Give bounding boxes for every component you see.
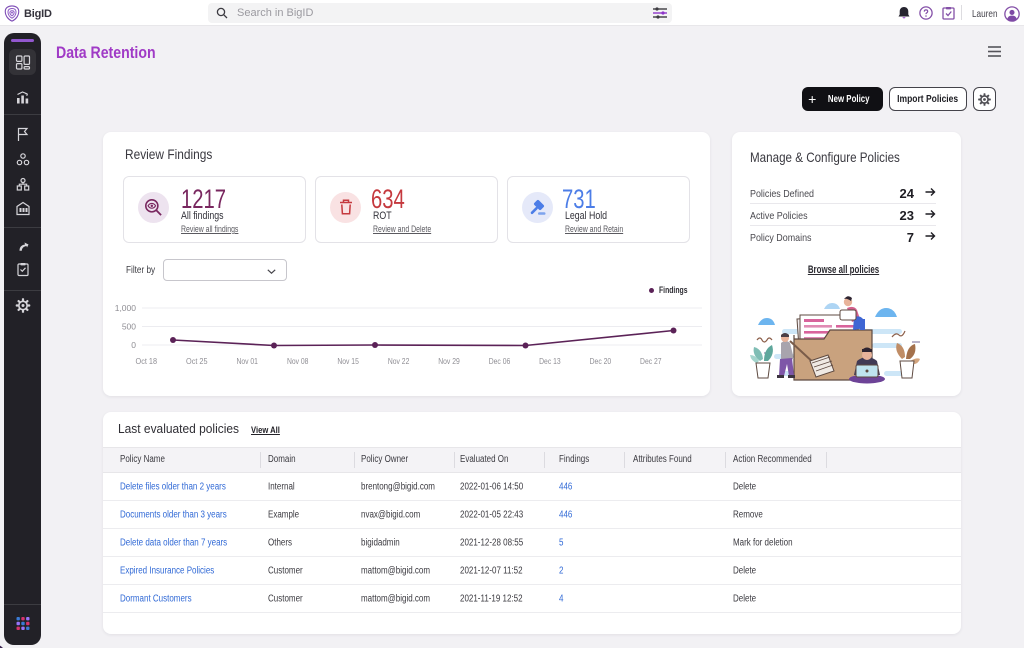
svg-text:Nov 01: Nov 01 [236,356,258,366]
svg-text:Nov 22: Nov 22 [388,356,410,366]
svg-text:Dec 20: Dec 20 [590,356,612,366]
svg-text:Nov 08: Nov 08 [287,356,309,366]
svg-text:Oct 25: Oct 25 [186,356,208,366]
svg-text:500: 500 [122,322,136,332]
svg-text:Dec 27: Dec 27 [640,356,662,366]
svg-text:0: 0 [131,340,136,350]
svg-text:1,000: 1,000 [115,303,137,313]
svg-text:Oct 18: Oct 18 [136,356,158,366]
svg-text:Dec 13: Dec 13 [539,356,561,366]
svg-text:Dec 06: Dec 06 [489,356,511,366]
svg-text:Nov 15: Nov 15 [337,356,359,366]
svg-text:Nov 29: Nov 29 [438,356,460,366]
